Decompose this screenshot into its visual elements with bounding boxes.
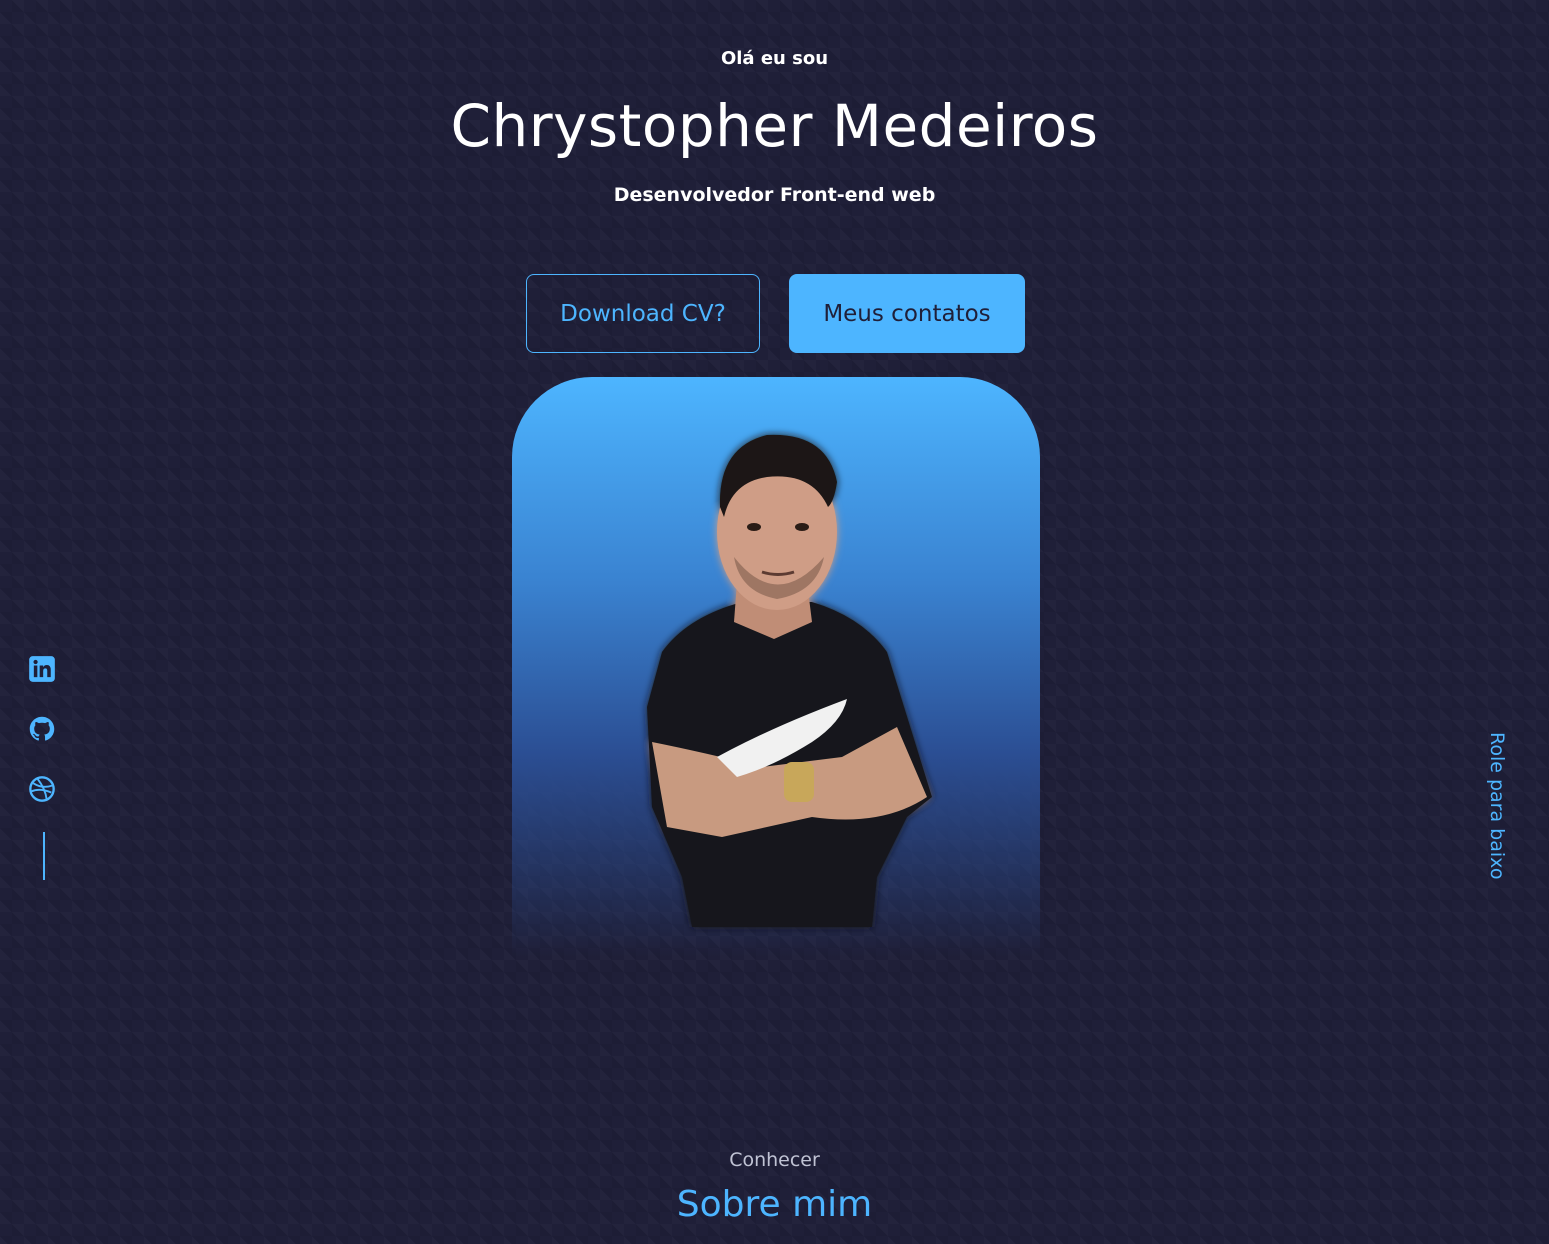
role-subtitle: Desenvolvedor Front-end web (613, 184, 936, 206)
section-title: Sobre mim (676, 1184, 873, 1225)
dribbble-icon[interactable] (28, 775, 56, 803)
profile-photo (647, 434, 932, 927)
download-cv-button[interactable]: Download CV? (526, 274, 760, 353)
profile-photo-card (512, 377, 1040, 957)
social-divider-line (43, 832, 45, 880)
linkedin-icon[interactable] (28, 655, 56, 683)
contacts-button[interactable]: Meus contatos (789, 274, 1025, 353)
greeting-text: Olá eu sou (720, 48, 829, 69)
github-icon[interactable] (28, 715, 56, 743)
section-subtitle: Conhecer (729, 1149, 820, 1171)
social-links (28, 655, 60, 880)
scroll-down-link[interactable]: Role para baixo (1474, 732, 1508, 902)
page-title: Chrystopher Medeiros (450, 92, 1099, 160)
